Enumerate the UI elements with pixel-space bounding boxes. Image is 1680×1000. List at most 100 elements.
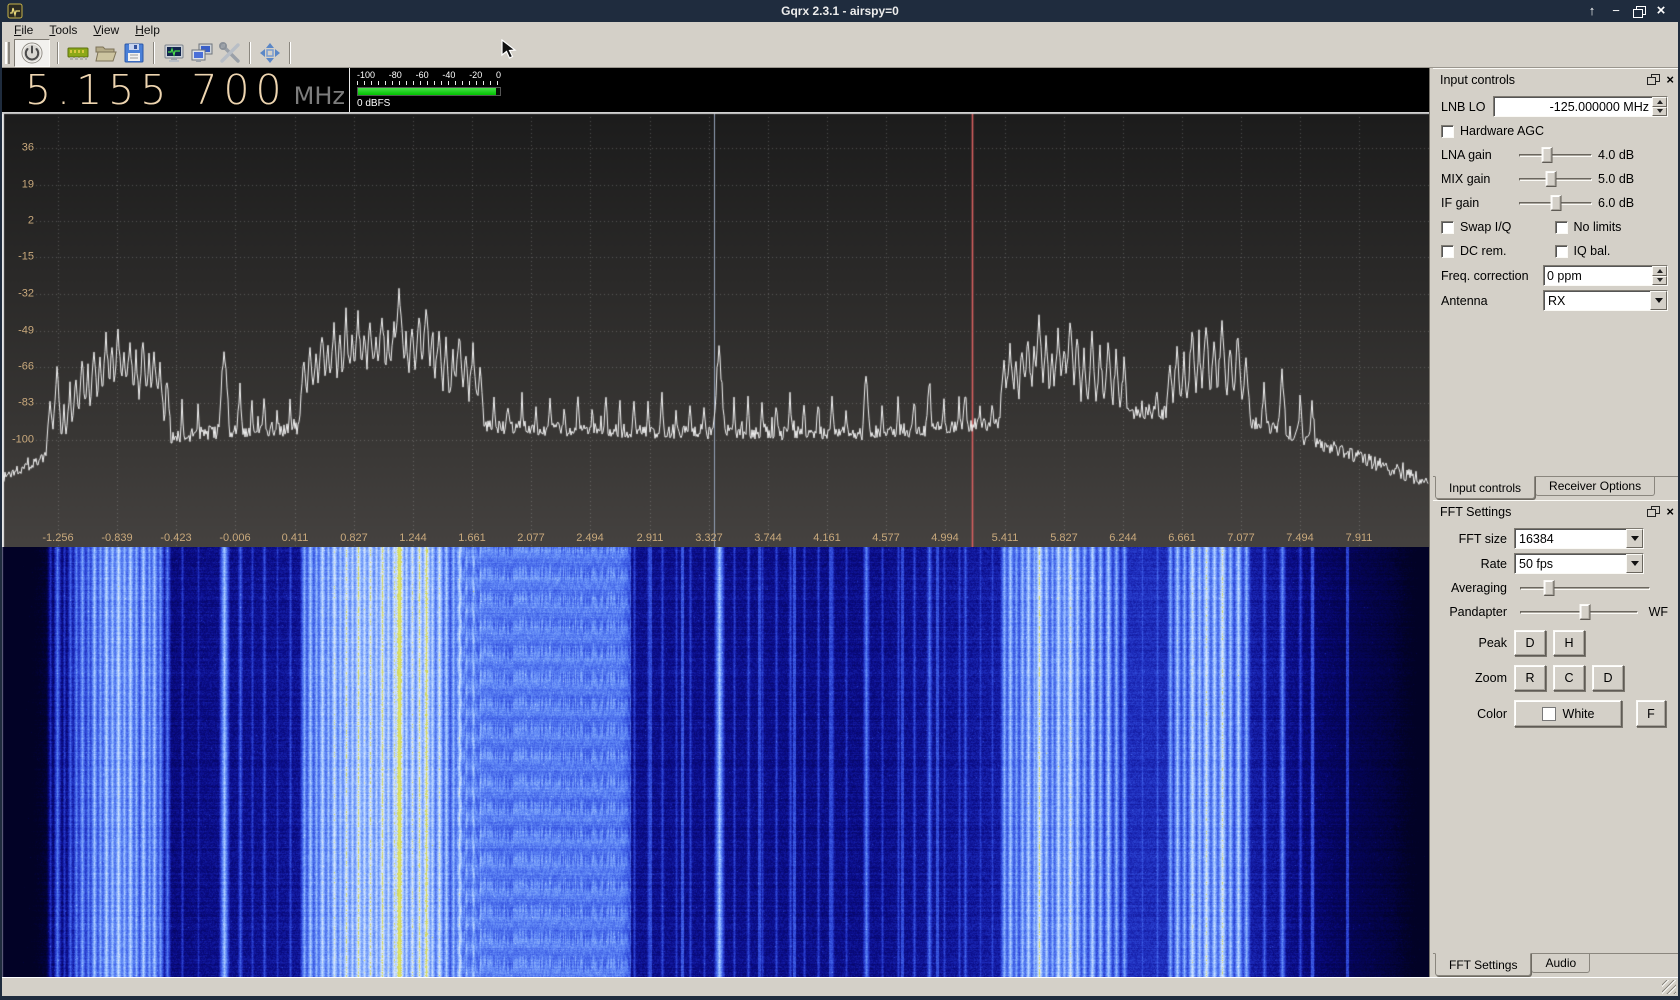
fft-settings-dock: FFT Settings × FFT size 16384 Rate 50 fp…	[1433, 500, 1678, 977]
menu-item[interactable]: View	[85, 23, 127, 37]
signal-meter: -100 -80 -60 -40 -20 0 0 dBFS	[349, 68, 507, 112]
gain-label: IF gain	[1441, 196, 1480, 210]
fft-size-row: FFT size 16384	[1441, 528, 1668, 549]
freq-tick-label: -0.839	[101, 532, 133, 544]
slider-handle[interactable]	[1579, 604, 1591, 620]
dock-close-icon[interactable]: ×	[1666, 73, 1674, 86]
zoom-label: Zoom	[1475, 671, 1507, 685]
lnb-lo-spinbox[interactable]: -125.000000 MHz	[1493, 96, 1668, 117]
zoom-button[interactable]: D	[1592, 665, 1624, 691]
spin-up-button[interactable]	[1652, 266, 1667, 276]
combo-arrow-icon[interactable]	[1650, 291, 1667, 310]
checkbox-item: No limits	[1554, 220, 1669, 234]
devices-icon[interactable]	[188, 40, 216, 66]
shade-button[interactable]: ↑	[1585, 4, 1599, 18]
iq-checkbox[interactable]	[1441, 220, 1454, 234]
frequency-display[interactable]: 5.155 700 MHz	[2, 68, 349, 112]
color-label: Color	[1477, 706, 1507, 721]
rate-label: Rate	[1480, 556, 1507, 571]
resize-grip[interactable]	[1662, 980, 1676, 994]
waterfall-canvas[interactable]	[2, 547, 1429, 977]
combo-arrow-icon[interactable]	[1626, 529, 1643, 548]
spectrum-canvas[interactable]	[2, 113, 1429, 548]
menu-item[interactable]: Tools	[41, 23, 85, 37]
averaging-slider[interactable]	[1520, 579, 1650, 597]
antenna-value: RX	[1548, 293, 1566, 308]
gain-slider[interactable]	[1519, 146, 1592, 164]
lnb-lo-value[interactable]: -125.000000 MHz	[1494, 100, 1652, 114]
frequency-value[interactable]: 5.155 700	[25, 68, 288, 112]
dock-tab[interactable]: FFT Settings	[1435, 953, 1532, 976]
freq-tick-label: 4.577	[872, 532, 900, 544]
slider-handle[interactable]	[1550, 195, 1561, 211]
zoom-button[interactable]: C	[1553, 665, 1585, 691]
waterfall[interactable]	[2, 547, 1429, 977]
fft-size-combobox[interactable]: 16384	[1514, 528, 1644, 549]
spin-down-button[interactable]	[1652, 106, 1667, 116]
meter-bar	[357, 87, 501, 96]
dock-float-icon[interactable]	[1647, 74, 1661, 85]
gain-label: LNA gain	[1441, 148, 1492, 162]
gain-label: MIX gain	[1441, 172, 1491, 186]
pan-center-icon[interactable]	[256, 40, 284, 66]
dock-tab[interactable]: Audio	[1531, 954, 1591, 973]
dock-close-icon[interactable]: ×	[1666, 505, 1674, 518]
freeze-button[interactable]: F	[1636, 700, 1666, 727]
status-bar	[2, 977, 1678, 996]
pandapter-split-slider[interactable]	[1520, 603, 1638, 621]
dock-tab[interactable]: Receiver Options	[1535, 477, 1656, 496]
open-file-icon[interactable]	[92, 40, 120, 66]
slider-handle[interactable]	[1541, 147, 1553, 163]
db-tick-label: -66	[18, 360, 34, 373]
toolbar-handle[interactable]	[5, 41, 10, 64]
save-file-icon[interactable]	[120, 40, 148, 66]
db-tick-label: 36	[21, 141, 34, 154]
slider-handle[interactable]	[1543, 580, 1555, 596]
checkbox-item: DC rem.	[1441, 244, 1555, 258]
toolbar-separator	[57, 41, 59, 64]
freq-correction-spinbox[interactable]: 0 ppm	[1543, 265, 1668, 286]
antenna-combobox[interactable]: RX	[1543, 290, 1668, 311]
spin-up-button[interactable]	[1652, 97, 1667, 107]
mouse-cursor	[501, 39, 521, 61]
rate-combobox[interactable]: 50 fps	[1514, 553, 1644, 574]
checkbox-label: No limits	[1573, 220, 1622, 234]
dock-tab[interactable]: Input controls	[1435, 476, 1536, 499]
dock-title-text: FFT Settings	[1440, 504, 1512, 519]
gain-slider[interactable]	[1519, 170, 1592, 188]
minimize-button[interactable]: −	[1609, 4, 1623, 18]
freq-tick-label: 7.911	[1345, 532, 1373, 544]
freq-correction-row: Freq. correction 0 ppm	[1441, 265, 1668, 286]
dock-float-icon[interactable]	[1647, 506, 1661, 517]
iq-checkbox[interactable]	[1554, 244, 1568, 258]
hardware-agc-checkbox[interactable]	[1441, 124, 1454, 138]
iq-checkbox[interactable]	[1441, 244, 1454, 258]
checkbox-item: IQ bal.	[1554, 244, 1669, 258]
tools-icon[interactable]	[216, 40, 244, 66]
spin-down-button[interactable]	[1652, 275, 1667, 285]
db-tick-label: -49	[18, 324, 34, 337]
pandapter[interactable]: 36 19 2 -15 -32 -49 -66 -83 -100 -1.256 -0.839 -0.…	[2, 112, 1429, 548]
menu-item[interactable]: Help	[127, 23, 168, 37]
close-button[interactable]: ×	[1654, 3, 1668, 18]
combo-arrow-icon[interactable]	[1626, 554, 1643, 573]
configure-io-icon[interactable]	[64, 40, 92, 66]
color-value: White	[1562, 706, 1595, 721]
color-button[interactable]: White	[1514, 700, 1622, 727]
freq-correction-value[interactable]: 0 ppm	[1544, 269, 1652, 283]
dsp-toggle-icon[interactable]	[160, 40, 188, 66]
peak-buttons: DH	[1514, 630, 1592, 656]
peak-row: Peak DH	[1441, 630, 1668, 656]
peak-button[interactable]: H	[1553, 630, 1585, 656]
averaging-label: Averaging	[1450, 581, 1507, 595]
iq-checkbox[interactable]	[1554, 220, 1568, 234]
zoom-button[interactable]: R	[1514, 665, 1546, 691]
slider-handle[interactable]	[1545, 171, 1557, 187]
peak-button[interactable]: D	[1514, 630, 1546, 656]
gain-slider[interactable]	[1519, 194, 1592, 212]
maximize-button[interactable]	[1633, 6, 1646, 18]
gain-slider-row: LNA gain 4.0 dB	[1441, 145, 1668, 165]
color-row: Color White F	[1441, 700, 1668, 727]
power-icon[interactable]	[18, 40, 46, 66]
menu-item[interactable]: File	[6, 23, 41, 37]
